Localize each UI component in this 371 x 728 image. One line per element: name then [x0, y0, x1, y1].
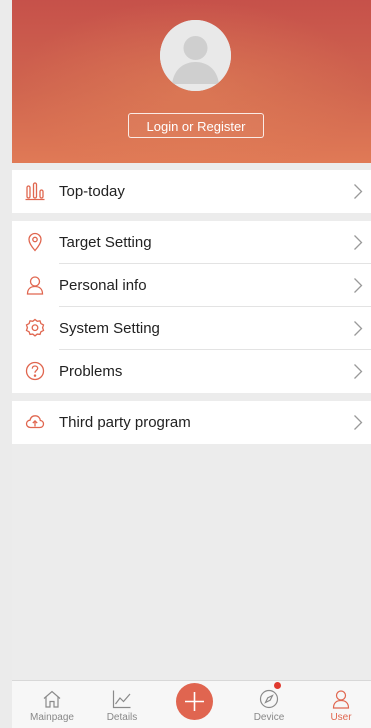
menu-item-top-today[interactable]: Top-today — [12, 170, 371, 213]
person-icon — [25, 275, 45, 295]
tab-label: Details — [106, 712, 138, 723]
plus-icon — [185, 692, 204, 711]
menu-item-personal-info[interactable]: Personal info — [12, 264, 371, 307]
menu-item-third-party-program[interactable]: Third party program — [12, 401, 371, 444]
line-chart-icon — [112, 689, 132, 709]
chevron-right-icon — [353, 320, 363, 337]
menu-item-problems[interactable]: Problems — [12, 350, 371, 393]
chevron-right-icon — [353, 234, 363, 251]
menu-item-target-setting[interactable]: Target Setting — [12, 221, 371, 264]
home-icon — [42, 689, 62, 709]
question-icon — [25, 361, 45, 381]
menu-group-settings: Target Setting Personal info System Sett… — [12, 221, 371, 393]
tab-user[interactable]: User — [311, 681, 371, 728]
menu-group-third-party: Third party program — [12, 401, 371, 444]
chevron-right-icon — [353, 277, 363, 294]
menu-item-label: Third party program — [59, 414, 191, 431]
tab-label: Mainpage — [30, 712, 74, 723]
app-screen: Login or Register Top-today Target Setti… — [12, 0, 371, 728]
compass-icon — [259, 689, 279, 709]
menu-item-system-setting[interactable]: System Setting — [12, 307, 371, 350]
cloud-upload-icon — [25, 412, 45, 432]
person-icon — [331, 689, 351, 709]
tab-label: User — [330, 712, 352, 723]
tab-device[interactable]: Device — [239, 681, 299, 728]
menu-group-top: Top-today — [12, 170, 371, 213]
chevron-right-icon — [353, 414, 363, 431]
menu-item-label: Personal info — [59, 277, 147, 294]
gear-icon — [25, 318, 45, 338]
add-button[interactable] — [176, 683, 213, 720]
location-pin-icon — [25, 232, 45, 252]
login-register-button[interactable]: Login or Register — [128, 113, 264, 138]
chevron-right-icon — [353, 363, 363, 380]
menu-item-label: Top-today — [59, 183, 125, 200]
menu-item-label: Target Setting — [59, 234, 152, 251]
menu-item-label: Problems — [59, 363, 123, 380]
tab-mainpage[interactable]: Mainpage — [22, 681, 82, 728]
tab-label: Device — [253, 712, 285, 723]
bar-chart-icon — [25, 181, 45, 201]
tab-details[interactable]: Details — [92, 681, 152, 728]
avatar[interactable] — [160, 20, 231, 91]
menu-item-label: System Setting — [59, 320, 160, 337]
chevron-right-icon — [353, 183, 363, 200]
device-notification-badge — [274, 682, 281, 689]
